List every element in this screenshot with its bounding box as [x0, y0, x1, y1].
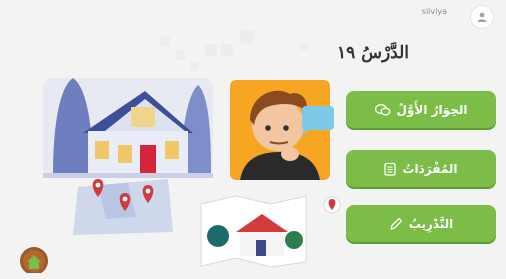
username-label: silviya [421, 7, 447, 16]
notebook-icon [384, 162, 397, 176]
map-pins-illustration [73, 179, 173, 235]
home-icon [20, 247, 48, 275]
house-illustration [43, 78, 213, 178]
practice-label: التَّدْرِيبُ [408, 216, 454, 231]
practice-button[interactable]: التَّدْرِيبُ [346, 205, 496, 242]
chat-bubbles-icon [374, 103, 390, 115]
location-pin-icon [323, 196, 341, 214]
first-dialogue-label: الحِوَارُ الأَوَّلُ [396, 102, 468, 117]
vocabulary-button[interactable]: المُفْرَدَاتُ [346, 150, 496, 187]
boy-thinking-image [230, 80, 334, 180]
home-button[interactable] [15, 243, 53, 275]
profile-button[interactable] [470, 5, 494, 29]
lesson-title: الدَّرْسُ ١٩ [337, 43, 409, 63]
pencil-icon [390, 217, 402, 230]
top-bar: silviya [0, 0, 506, 30]
user-icon [477, 12, 487, 22]
first-dialogue-button[interactable]: الحِوَارُ الأَوَّلُ [346, 91, 496, 128]
house-map-illustration [200, 195, 307, 267]
vocabulary-label: المُفْرَدَاتُ [402, 161, 458, 176]
